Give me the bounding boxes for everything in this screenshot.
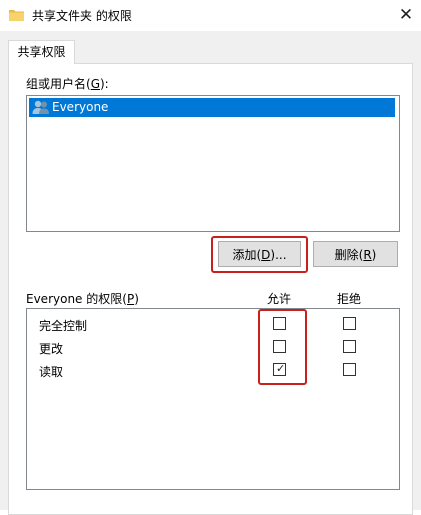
close-icon: ✕ <box>398 5 414 25</box>
user-name: Everyone <box>52 100 109 114</box>
allow-checkbox-change[interactable] <box>273 340 286 353</box>
allow-checkbox-read[interactable]: ✓ <box>273 363 286 376</box>
deny-checkbox-full-control[interactable] <box>343 317 356 330</box>
deny-header: 拒绝 <box>337 292 362 306</box>
title-bar: 共享文件夹 的权限 ✕ <box>0 0 421 31</box>
permissions-table <box>26 308 400 490</box>
allow-header: 允许 <box>267 292 292 306</box>
permission-row-full-control: 完全控制 <box>39 319 88 333</box>
window-title: 共享文件夹 的权限 <box>32 9 132 23</box>
users-icon <box>32 100 49 114</box>
allow-checkbox-full-control[interactable] <box>273 317 286 330</box>
add-button[interactable]: 添加(D)... <box>218 241 301 267</box>
deny-checkbox-read[interactable] <box>343 363 356 376</box>
permissions-label: Everyone 的权限(P) <box>26 292 139 306</box>
close-button[interactable]: ✕ <box>391 0 421 31</box>
groups-listbox[interactable]: Everyone <box>26 95 400 232</box>
permission-row-read: 读取 <box>39 365 64 379</box>
tab-label: 共享权限 <box>17 45 66 59</box>
deny-checkbox-change[interactable] <box>343 340 356 353</box>
folder-icon <box>9 10 24 21</box>
tab-share-permissions[interactable]: 共享权限 <box>8 40 75 64</box>
groups-label: 组或用户名(G): <box>26 77 109 91</box>
list-item-everyone[interactable]: Everyone <box>29 98 395 117</box>
check-icon: ✓ <box>276 362 286 375</box>
remove-button[interactable]: 删除(R) <box>313 241 398 267</box>
permission-row-change: 更改 <box>39 342 64 356</box>
